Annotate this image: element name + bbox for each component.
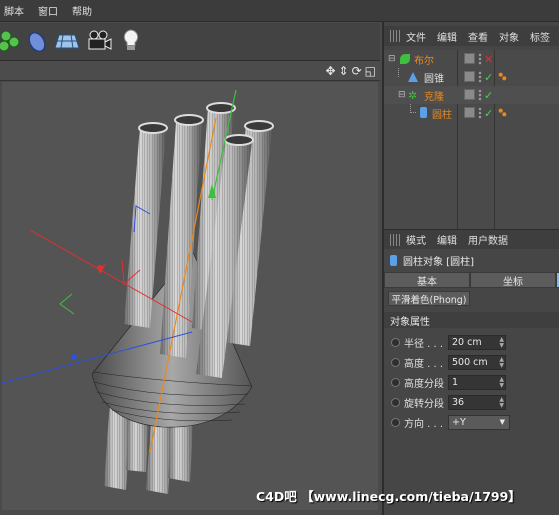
panel-grip-icon[interactable] — [390, 30, 400, 42]
toolbar — [0, 23, 380, 61]
layer-box[interactable] — [464, 71, 475, 82]
menu-edit[interactable]: 编辑 — [437, 232, 457, 247]
prop-orientation: 方向 . . . +Y ▼ — [384, 413, 559, 431]
prop-radius: 半径 . . . 20 cm ▲ ▼ — [384, 333, 559, 351]
viewport-header: ✥ ⇕ ⟳ ◱ — [0, 61, 380, 81]
attribute-title: 圆柱对象 [圆柱] — [384, 251, 559, 269]
enabled-status[interactable]: ✓ — [484, 71, 493, 84]
visibility-dots[interactable] — [478, 53, 482, 65]
watermark: C4D吧 【www.linecg.com/tieba/1799】 — [256, 489, 521, 504]
rotate-view-icon[interactable]: ⟳ — [352, 64, 362, 78]
scene-render — [2, 89, 274, 494]
material-tag-icon[interactable] — [498, 108, 507, 117]
enabled-status[interactable]: ✕ — [484, 53, 493, 66]
object-tree: ⊟ 布尔 ✕ 圆锥 ✓ ⊟ ✲ 克隆 ✓ 圆柱 ✓ — [384, 50, 559, 248]
prop-label: 半径 . . . — [404, 338, 444, 350]
animate-radio[interactable] — [391, 417, 400, 427]
collapse-icon[interactable]: ⊟ — [398, 90, 406, 100]
menu-file[interactable]: 文件 — [406, 29, 426, 44]
spinner-icon[interactable]: ▲ ▼ — [499, 356, 504, 369]
prop-label: 方向 . . . — [404, 418, 444, 430]
menu-help[interactable]: 帮助 — [72, 3, 92, 18]
orientation-select[interactable]: +Y ▼ — [448, 414, 510, 430]
menu-bar: 脚本 窗口 帮助 — [0, 0, 559, 22]
object-name[interactable]: 克隆 — [424, 88, 444, 103]
animate-radio[interactable] — [391, 377, 400, 387]
enabled-status[interactable]: ✓ — [484, 107, 493, 120]
material-tag-icon[interactable] — [498, 72, 507, 81]
spinner-icon[interactable]: ▲ ▼ — [499, 376, 504, 389]
object-manager-menu: 文件 编辑 查看 对象 标签 — [384, 26, 559, 46]
prop-label: 高度 . . . — [404, 358, 444, 370]
spinner-icon[interactable]: ▲ ▼ — [499, 396, 504, 409]
tree-row-cylinder[interactable]: 圆柱 ✓ — [384, 104, 559, 122]
visibility-dots[interactable] — [478, 107, 482, 119]
menu-mode[interactable]: 模式 — [406, 232, 426, 247]
cloner-icon: ✲ — [408, 88, 418, 102]
menu-script[interactable]: 脚本 — [4, 3, 24, 18]
prop-label: 旋转分段 — [404, 398, 444, 410]
menu-edit[interactable]: 编辑 — [437, 29, 457, 44]
animate-radio[interactable] — [391, 397, 400, 407]
cylinder-icon — [390, 254, 397, 266]
tab-coord[interactable]: 坐标 — [470, 272, 556, 288]
boole-icon — [400, 54, 410, 64]
right-panel: 文件 编辑 查看 对象 标签 ⊟ 布尔 ✕ 圆锥 ✓ ⊟ ✲ 克隆 ✓ 圆柱 ✓… — [382, 22, 559, 515]
height-field[interactable]: 500 cm ▲ ▼ — [448, 354, 506, 370]
animate-radio[interactable] — [391, 357, 400, 367]
zoom-view-icon[interactable]: ⇕ — [339, 64, 349, 78]
prop-height: 高度 . . . 500 cm ▲ ▼ — [384, 353, 559, 371]
prop-rotation-segments: 旋转分段 36 ▲ ▼ — [384, 393, 559, 411]
spinner-icon[interactable]: ▲ ▼ — [499, 336, 504, 349]
cone-icon — [408, 72, 418, 82]
animate-radio[interactable] — [391, 337, 400, 347]
radius-field[interactable]: 20 cm ▲ ▼ — [448, 334, 506, 350]
object-name[interactable]: 圆锥 — [424, 70, 444, 85]
attribute-title-text: 圆柱对象 [圆柱] — [403, 256, 474, 268]
primitive-icon[interactable] — [0, 26, 24, 56]
attribute-manager-menu: 模式 编辑 用户数据 — [384, 229, 559, 249]
menu-tags[interactable]: 标签 — [530, 29, 550, 44]
maximize-view-icon[interactable]: ◱ — [365, 64, 376, 78]
cinema4d-window: 脚本 窗口 帮助 ✥ ⇕ ⟳ ◱ 文件 编辑 查看 对象 标签 ⊟ 布尔 ✕ 圆… — [0, 0, 559, 515]
visibility-dots[interactable] — [478, 71, 482, 83]
prop-height-segments: 高度分段 1 ▲ ▼ — [384, 373, 559, 391]
rotation-segments-field[interactable]: 36 ▲ ▼ — [448, 394, 506, 410]
object-name[interactable]: 布尔 — [414, 52, 434, 67]
deformer-icon[interactable] — [22, 26, 52, 56]
menu-view[interactable]: 查看 — [468, 29, 488, 44]
height-segments-field[interactable]: 1 ▲ ▼ — [448, 374, 506, 390]
tree-row-cone[interactable]: 圆锥 ✓ — [384, 68, 559, 86]
phong-tab[interactable]: 平滑着色(Phong) — [388, 291, 470, 306]
cylinder-icon — [420, 107, 427, 118]
visibility-dots[interactable] — [478, 89, 482, 101]
menu-objects[interactable]: 对象 — [499, 29, 519, 44]
tree-row-boole[interactable]: ⊟ 布尔 ✕ — [384, 50, 559, 68]
object-name[interactable]: 圆柱 — [432, 106, 452, 121]
tree-row-cloner[interactable]: ⊟ ✲ 克隆 ✓ — [384, 86, 559, 104]
menu-window[interactable]: 窗口 — [38, 3, 58, 18]
collapse-icon[interactable]: ⊟ — [388, 54, 396, 64]
floor-icon[interactable] — [52, 26, 82, 56]
tab-basic[interactable]: 基本 — [384, 272, 470, 288]
prop-label: 高度分段 — [404, 378, 444, 390]
camera-icon[interactable] — [84, 26, 114, 56]
enabled-status[interactable]: ✓ — [484, 89, 493, 102]
light-icon[interactable] — [116, 26, 146, 56]
layer-box[interactable] — [464, 89, 475, 100]
panel-grip-icon[interactable] — [390, 233, 400, 246]
layer-box[interactable] — [464, 53, 475, 64]
layer-box[interactable] — [464, 107, 475, 118]
section-object-props: 对象属性 — [384, 312, 559, 328]
menu-userdata[interactable]: 用户数据 — [468, 232, 508, 247]
attribute-tabs: 基本 坐标 — [384, 272, 559, 288]
chevron-down-icon: ▼ — [499, 418, 505, 426]
3d-viewport[interactable] — [2, 82, 378, 510]
move-view-icon[interactable]: ✥ — [325, 64, 335, 78]
